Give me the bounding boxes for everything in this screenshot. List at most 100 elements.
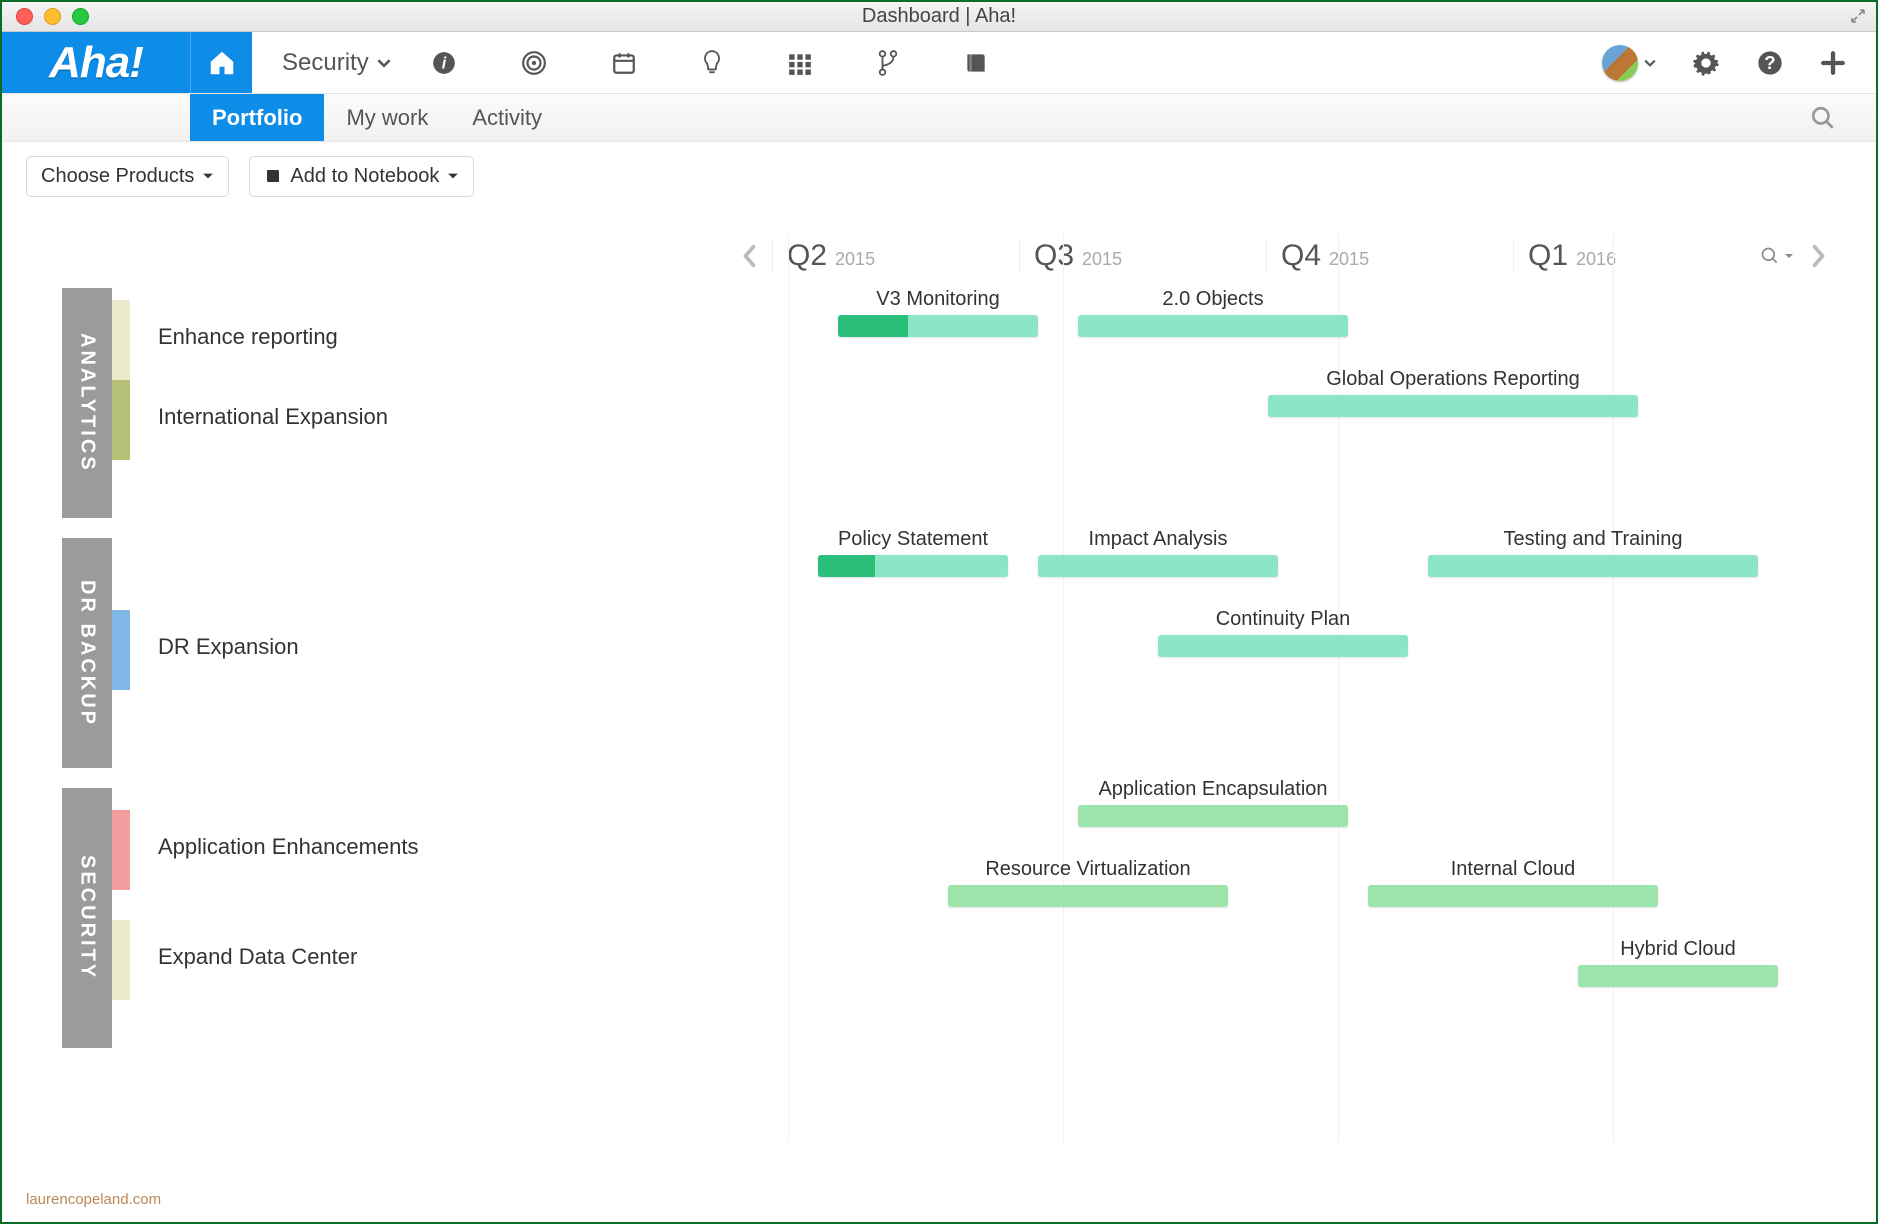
home-button[interactable]: [190, 32, 252, 93]
task-label: Hybrid Cloud: [1578, 938, 1778, 961]
task-application-encapsulation[interactable]: Application Encapsulation: [1078, 778, 1348, 827]
task-testing-and-training[interactable]: Testing and Training: [1428, 528, 1758, 577]
task-bar: [1078, 315, 1348, 337]
timeline-header: Q22015Q32015Q42015Q12016: [728, 234, 1834, 278]
chevron-down-icon: [377, 56, 391, 70]
tab-portfolio[interactable]: Portfolio: [190, 94, 324, 141]
chevron-down-icon: [1784, 251, 1794, 261]
choose-products-dropdown[interactable]: Choose Products: [26, 156, 229, 197]
task-bar: [1158, 635, 1408, 657]
timeline-next-button[interactable]: [1810, 244, 1826, 268]
calendar-icon[interactable]: [611, 50, 637, 76]
task-label: Testing and Training: [1428, 528, 1758, 551]
task-label: Continuity Plan: [1158, 608, 1408, 631]
add-notebook-label: Add to Notebook: [290, 165, 439, 188]
timeline-column: Q42015: [1266, 239, 1513, 273]
book-icon: [264, 167, 282, 185]
timeline-column: Q22015: [772, 239, 1019, 273]
row-color-tab: [112, 300, 130, 380]
search-icon: [1760, 246, 1780, 266]
roadmap-board: V3 Monitoring 2.0 Objects Global Operation…: [62, 288, 1834, 1142]
group-analytics[interactable]: ANALYTICS: [62, 288, 112, 518]
chevron-down-icon: [202, 170, 214, 182]
task-bar: [1578, 965, 1778, 987]
book-icon[interactable]: [963, 50, 989, 76]
add-to-notebook-dropdown[interactable]: Add to Notebook: [249, 156, 474, 197]
row-label[interactable]: Expand Data Center: [158, 944, 357, 970]
column-divider: [1063, 234, 1064, 1142]
group-security[interactable]: SECURITY: [62, 788, 112, 1048]
task-policy-statement[interactable]: Policy Statement: [818, 528, 1008, 577]
gear-icon[interactable]: [1692, 49, 1720, 77]
brand-logo[interactable]: Aha!: [2, 32, 190, 93]
task-label: V3 Monitoring: [838, 288, 1038, 311]
row-label[interactable]: Enhance reporting: [158, 324, 338, 350]
timeline-area[interactable]: V3 Monitoring 2.0 Objects Global Operation…: [728, 288, 1834, 1142]
timeline-prev-button[interactable]: [728, 244, 772, 268]
svg-text:i: i: [441, 54, 446, 72]
task-continuity-plan[interactable]: Continuity Plan: [1158, 608, 1408, 657]
task-hybrid-cloud[interactable]: Hybrid Cloud: [1578, 938, 1778, 987]
column-divider: [788, 234, 789, 1142]
group-dr-backup[interactable]: DR BACKUP: [62, 538, 112, 768]
chevron-down-icon: [447, 170, 459, 182]
row-label[interactable]: DR Expansion: [158, 634, 299, 660]
timeline-column: Q32015: [1019, 239, 1266, 273]
row-label[interactable]: Application Enhancements: [158, 834, 419, 860]
window-minimize-button[interactable]: [44, 8, 61, 25]
row-color-tab: [112, 810, 130, 890]
task-bar: [818, 555, 1008, 577]
window-title: Dashboard | Aha!: [862, 5, 1016, 28]
info-icon[interactable]: i: [431, 50, 457, 76]
search-icon[interactable]: [1810, 105, 1836, 131]
task-bar: [948, 885, 1228, 907]
add-icon[interactable]: [1820, 50, 1846, 76]
task-bar: [1038, 555, 1278, 577]
sub-nav: PortfolioMy workActivity: [2, 94, 1876, 142]
task-internal-cloud[interactable]: Internal Cloud: [1368, 858, 1658, 907]
task-resource-virtualization[interactable]: Resource Virtualization: [948, 858, 1228, 907]
user-menu[interactable]: [1602, 45, 1656, 81]
task-bar: [1428, 555, 1758, 577]
task-label: Global Operations Reporting: [1268, 368, 1638, 391]
task-impact-analysis[interactable]: Impact Analysis: [1038, 528, 1278, 577]
task-bar: [1268, 395, 1638, 417]
product-dropdown[interactable]: Security: [282, 49, 391, 77]
window-zoom-button[interactable]: [72, 8, 89, 25]
task-global-operations-reporting[interactable]: Global Operations Reporting: [1268, 368, 1638, 417]
bulb-icon[interactable]: [701, 49, 723, 77]
product-dropdown-label: Security: [282, 49, 369, 77]
avatar: [1602, 45, 1638, 81]
task-v3-monitoring[interactable]: V3 Monitoring: [838, 288, 1038, 337]
task-bar: [1078, 805, 1348, 827]
grid-icon[interactable]: [787, 50, 813, 76]
target-icon[interactable]: [521, 50, 547, 76]
choose-products-label: Choose Products: [41, 165, 194, 188]
task-label: Policy Statement: [818, 528, 1008, 551]
task-label: Impact Analysis: [1038, 528, 1278, 551]
zoom-dropdown[interactable]: [1760, 246, 1794, 266]
task-label: Internal Cloud: [1368, 858, 1658, 881]
top-nav: Aha! Security i ?: [2, 32, 1876, 94]
toolbar: Choose Products Add to Notebook: [2, 142, 1876, 210]
task-bar: [1368, 885, 1658, 907]
help-icon[interactable]: ?: [1756, 49, 1784, 77]
task-2-0-objects[interactable]: 2.0 Objects: [1078, 288, 1348, 337]
row-color-tab: [112, 610, 130, 690]
branch-icon[interactable]: [877, 49, 899, 77]
row-color-tab: [112, 920, 130, 1000]
timeline-column: Q12016: [1513, 239, 1760, 273]
tab-activity[interactable]: Activity: [450, 94, 564, 141]
task-label: Application Encapsulation: [1078, 778, 1348, 801]
footer-domain: laurencopeland.com: [26, 1191, 161, 1208]
row-color-tab: [112, 380, 130, 460]
fullscreen-icon[interactable]: [1850, 8, 1866, 24]
task-label: Resource Virtualization: [948, 858, 1228, 881]
window-titlebar: Dashboard | Aha!: [2, 2, 1876, 32]
row-label[interactable]: International Expansion: [158, 404, 388, 430]
task-bar: [838, 315, 1038, 337]
tab-my-work[interactable]: My work: [324, 94, 450, 141]
window-close-button[interactable]: [16, 8, 33, 25]
task-label: 2.0 Objects: [1078, 288, 1348, 311]
svg-text:?: ?: [1764, 51, 1775, 72]
